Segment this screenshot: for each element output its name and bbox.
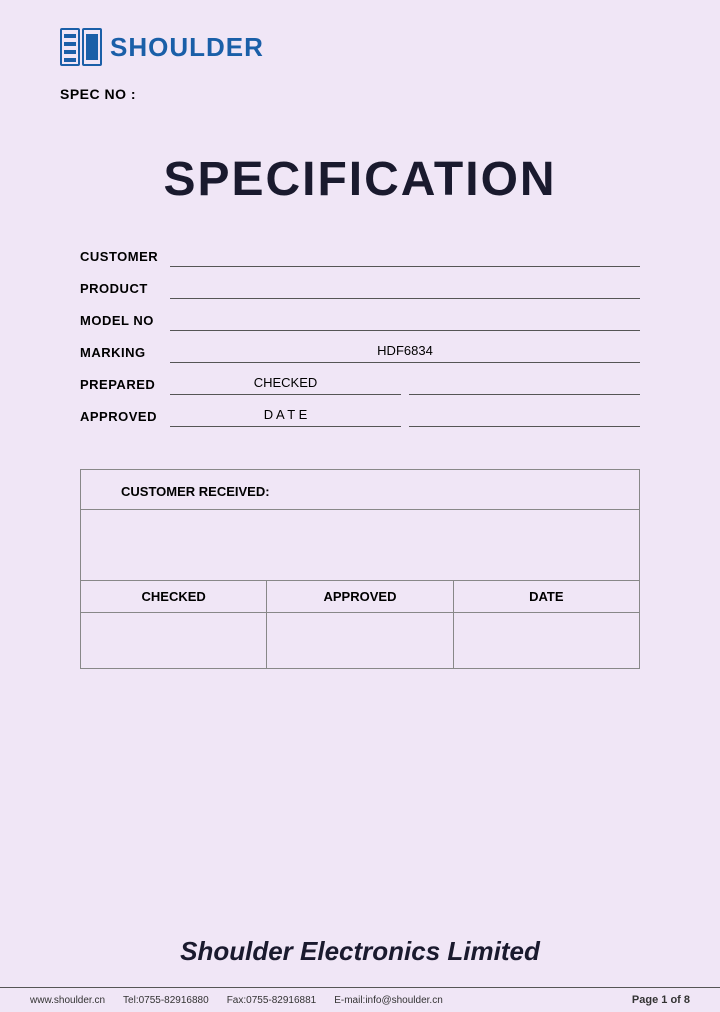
footer-approved-body [267,613,453,668]
customer-received-body [81,510,639,580]
customer-received-box: CUSTOMER RECEIVED: CHECKED APPROVED DATE [80,469,640,669]
company-name: Shoulder Electronics Limited [0,936,720,967]
main-title-area: SPECIFICATION [0,152,720,207]
footer-body-row [81,612,639,668]
model-no-value [170,311,640,331]
footer-fax: Fax:0755-82916881 [227,995,317,1006]
customer-label: CUSTOMER [80,249,170,267]
approved-value: D A T E [170,407,401,427]
prepared-label: PREPARED [80,377,170,395]
footer-website: www.shoulder.cn [30,995,105,1006]
model-no-label: MODEL NO [80,313,170,331]
footer-approved-label: APPROVED [267,581,453,612]
info-table: CUSTOMER PRODUCT MODEL NO MARKING HDF683… [0,247,720,439]
prepared-row: PREPARED CHECKED [80,375,640,395]
spec-no-label: SPEC NO : [60,86,660,102]
product-value [170,279,640,299]
company-name-area: Shoulder Electronics Limited [0,856,720,987]
customer-received-footer: CHECKED APPROVED DATE [81,580,639,612]
page: SHOULDER SPEC NO : SPECIFICATION CUSTOME… [0,0,720,1012]
customer-value [170,247,640,267]
footer-checked-body [81,613,267,668]
customer-row: CUSTOMER [80,247,640,267]
footer-page: Page 1 of 8 [632,994,690,1006]
marking-row: MARKING HDF6834 [80,343,640,363]
marking-label: MARKING [80,345,170,363]
footer-checked-label: CHECKED [81,581,267,612]
footer-tel: Tel:0755-82916880 [123,995,209,1006]
logo: SHOULDER [60,28,660,66]
prepared-extra [409,375,640,395]
logo-text: SHOULDER [110,32,264,63]
footer-email: E-mail:info@shoulder.cn [334,995,443,1006]
logo-icon [60,28,102,66]
footer-date-label: DATE [454,581,639,612]
approved-label: APPROVED [80,409,170,427]
product-label: PRODUCT [80,281,170,299]
model-no-row: MODEL NO [80,311,640,331]
header: SHOULDER SPEC NO : [0,0,720,102]
main-title: SPECIFICATION [60,152,660,207]
footer-bar-left: www.shoulder.cn Tel:0755-82916880 Fax:07… [30,995,443,1006]
footer-date-body [454,613,639,668]
product-row: PRODUCT [80,279,640,299]
approved-extra [409,407,640,427]
prepared-value: CHECKED [170,375,401,395]
customer-received-header: CUSTOMER RECEIVED: [81,470,639,510]
footer-bar: www.shoulder.cn Tel:0755-82916880 Fax:07… [0,987,720,1012]
approved-row: APPROVED D A T E [80,407,640,427]
marking-value: HDF6834 [170,343,640,363]
